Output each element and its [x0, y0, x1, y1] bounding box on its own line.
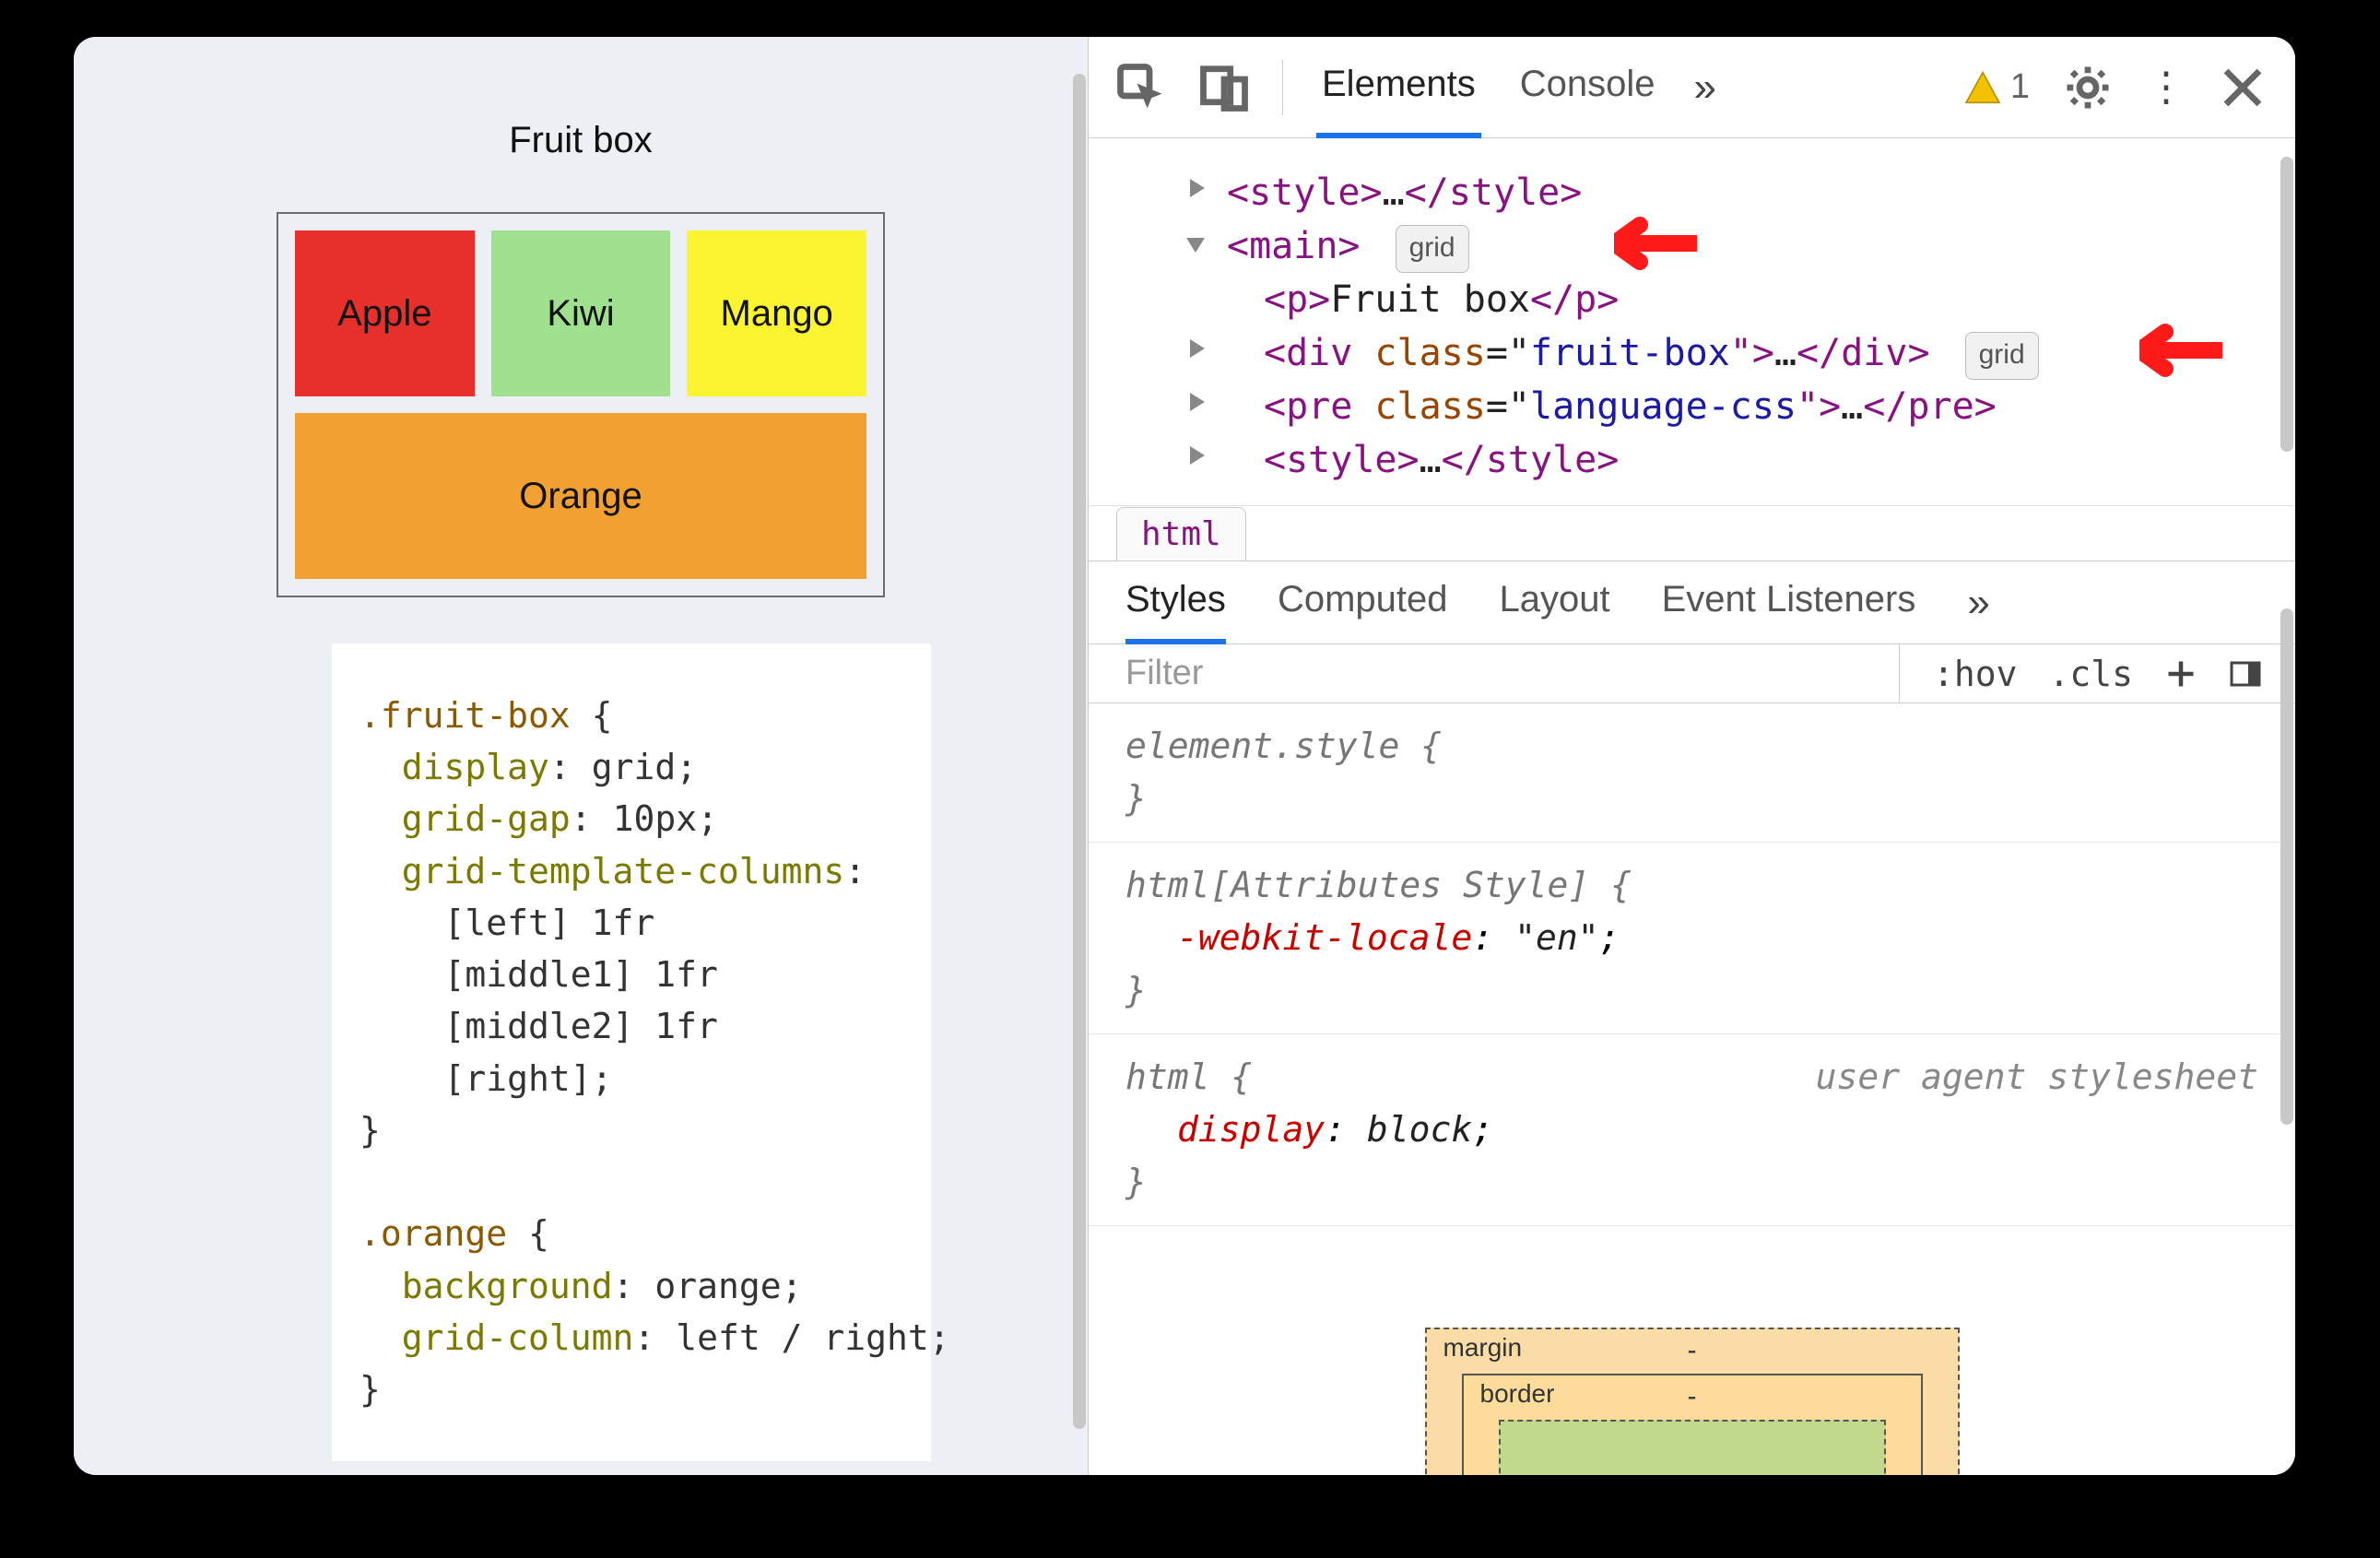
box-model[interactable]: margin - border -	[1089, 1226, 2295, 1475]
toggle-sidebar-icon[interactable]	[2229, 657, 2262, 690]
expand-caret-icon[interactable]	[1190, 446, 1205, 465]
devtools-pane: Elements Console » 1 ⋮ <style>…</style> …	[1088, 37, 2295, 1475]
grid-badge[interactable]: grid	[1965, 332, 2039, 380]
rule-html-ua[interactable]: html { user agent stylesheet display: bl…	[1089, 1034, 2295, 1226]
rule-html-attributes[interactable]: html[Attributes Style] { -webkit-locale:…	[1089, 843, 2295, 1034]
styles-subtabs: Styles Computed Layout Event Listeners »	[1089, 561, 2295, 644]
breadcrumb[interactable]: html	[1089, 505, 2295, 561]
breadcrumb-item[interactable]: html	[1116, 507, 1246, 561]
kebab-menu-icon[interactable]: ⋮	[2146, 64, 2185, 111]
dom-node-style-2[interactable]: <style>…</style>	[1190, 433, 2258, 487]
dom-node-style[interactable]: <style>…</style>	[1190, 166, 2258, 219]
inspect-icon[interactable]	[1116, 63, 1166, 112]
subtab-layout[interactable]: Layout	[1500, 561, 1610, 644]
styles-filter-input[interactable]: Filter	[1089, 644, 1900, 702]
device-toggle-icon[interactable]	[1199, 63, 1249, 112]
box-model-padding	[1499, 1420, 1886, 1475]
expand-caret-icon[interactable]	[1186, 238, 1205, 253]
grid-badge[interactable]: grid	[1396, 225, 1469, 273]
cell-orange: Orange	[295, 413, 866, 579]
dom-node-pre[interactable]: <pre class="language-css">…</pre>	[1190, 380, 2258, 433]
expand-caret-icon[interactable]	[1190, 339, 1205, 358]
expand-caret-icon[interactable]	[1190, 179, 1205, 197]
styles-tools: :hov .cls	[1900, 654, 2295, 694]
arrow-annotation-icon	[1614, 216, 1697, 271]
subtab-styles[interactable]: Styles	[1125, 561, 1226, 644]
ua-stylesheet-label: user agent stylesheet	[1816, 1051, 2258, 1104]
subtabs-overflow-icon[interactable]: »	[1967, 580, 1989, 626]
devtools-toolbar: Elements Console » 1 ⋮	[1089, 37, 2295, 138]
warning-icon	[1964, 71, 2001, 104]
fruit-box-grid: Apple Kiwi Mango Orange	[277, 212, 885, 597]
expand-caret-icon[interactable]	[1190, 393, 1205, 411]
hov-toggle[interactable]: :hov	[1933, 654, 2018, 694]
rendered-page-pane: Fruit box Apple Kiwi Mango Orange .fruit…	[74, 37, 1088, 1475]
warning-badge[interactable]: 1	[1964, 67, 2030, 107]
tab-console[interactable]: Console	[1514, 37, 1661, 138]
cell-kiwi: Kiwi	[491, 230, 671, 396]
dom-node-main[interactable]: <main> grid	[1190, 219, 2258, 273]
rule-element-style[interactable]: element.style { }	[1089, 703, 2295, 843]
subtab-event-listeners[interactable]: Event Listeners	[1662, 561, 1916, 644]
cell-apple: Apple	[295, 230, 475, 396]
cls-toggle[interactable]: .cls	[2048, 654, 2133, 694]
cell-mango: Mango	[687, 230, 866, 396]
dom-node-div-fruitbox[interactable]: <div class="fruit-box">…</div> grid	[1190, 326, 2258, 380]
css-code-block: .fruit-box { display: grid; grid-gap: 10…	[332, 643, 931, 1461]
arrow-annotation-icon	[2139, 323, 2222, 378]
page-title: Fruit box	[74, 37, 1088, 161]
style-rules: element.style { } html[Attributes Style]…	[1089, 703, 2295, 1226]
styles-scrollbar[interactable]	[2280, 608, 2293, 1125]
dom-tree[interactable]: <style>…</style> <main> grid <p>Fruit bo…	[1089, 138, 2295, 505]
close-icon[interactable]	[2218, 63, 2268, 112]
toolbar-divider	[1282, 60, 1283, 115]
new-rule-icon[interactable]	[2164, 657, 2197, 690]
dom-node-p[interactable]: <p>Fruit box</p>	[1190, 273, 2258, 326]
gear-icon[interactable]	[2063, 63, 2113, 112]
window: Fruit box Apple Kiwi Mango Orange .fruit…	[74, 37, 2295, 1475]
tab-elements[interactable]: Elements	[1316, 37, 1481, 138]
tabs-overflow-icon[interactable]: »	[1694, 65, 1716, 111]
dom-scrollbar[interactable]	[2280, 157, 2293, 452]
styles-filter-row: Filter :hov .cls	[1089, 644, 2295, 703]
warning-count: 1	[2010, 67, 2030, 107]
page-scrollbar[interactable]	[1073, 74, 1086, 1429]
subtab-computed[interactable]: Computed	[1278, 561, 1448, 644]
